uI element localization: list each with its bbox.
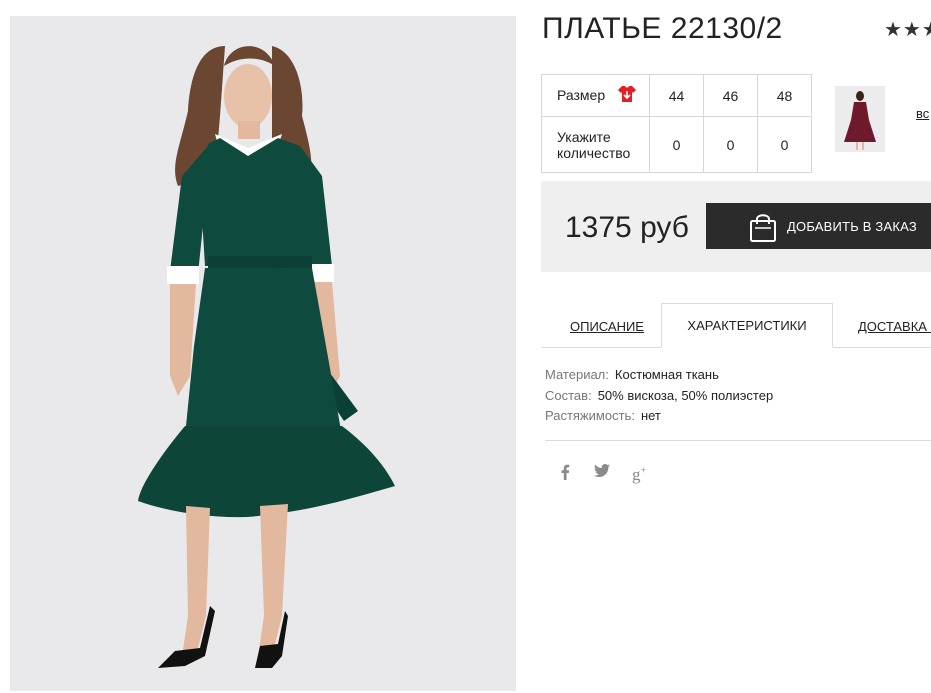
- spec-value: 50% вискоза, 50% полиэстер: [597, 388, 774, 403]
- product-photo[interactable]: [10, 16, 516, 691]
- divider: [545, 440, 931, 441]
- add-to-order-button[interactable]: ДОБАВИТЬ В ЗАКАЗ: [706, 203, 931, 249]
- shopping-bag-icon: [749, 212, 777, 245]
- spec-row-composition: Состав: 50% вискоза, 50% полиэстер: [545, 388, 773, 403]
- size-label: Размер: [557, 87, 606, 103]
- spec-value: Костюмная ткань: [614, 367, 719, 382]
- spec-value: нет: [640, 408, 661, 423]
- rating-stars[interactable]: ★★★: [884, 17, 931, 42]
- size-chart-icon[interactable]: [617, 85, 637, 106]
- add-to-order-label: ДОБАВИТЬ В ЗАКАЗ: [787, 218, 917, 234]
- size-46: 46: [703, 74, 758, 117]
- qty-label-cell: Укажите количество: [541, 116, 650, 173]
- spec-row-material: Материал: Костюмная ткань: [545, 367, 719, 382]
- qty-input-44[interactable]: 0: [649, 116, 704, 173]
- qty-label-line1: Укажите: [557, 128, 611, 145]
- qty-input-46[interactable]: 0: [703, 116, 758, 173]
- spec-key: Состав:: [545, 388, 592, 403]
- size-48: 48: [757, 74, 812, 117]
- qty-label-line2: количество: [557, 144, 631, 161]
- spec-key: Материал:: [545, 367, 609, 382]
- dress-model-illustration: [10, 16, 516, 691]
- spec-key: Растяжимость:: [545, 408, 635, 423]
- tab-delivery[interactable]: ДОСТАВКА И: [858, 319, 931, 334]
- twitter-icon[interactable]: [594, 464, 610, 483]
- all-related-link[interactable]: вс: [916, 106, 929, 121]
- size-label-cell: Размер: [541, 74, 650, 117]
- facebook-icon[interactable]: [560, 464, 570, 485]
- size-table: Размер 44 46 48 Укажите количество 0 0 0: [541, 74, 812, 173]
- qty-input-48[interactable]: 0: [757, 116, 812, 173]
- spec-row-stretch: Растяжимость: нет: [545, 408, 661, 423]
- tab-description[interactable]: ОПИСАНИЕ: [570, 319, 644, 334]
- googleplus-icon[interactable]: g+: [632, 465, 646, 485]
- product-title: ПЛАТЬЕ 22130/2: [542, 12, 783, 45]
- related-product-thumbnail[interactable]: [835, 86, 885, 152]
- tab-characteristics[interactable]: ХАРАКТЕРИСТИКИ: [661, 303, 833, 348]
- price: 1375 руб: [565, 211, 689, 244]
- size-44: 44: [649, 74, 704, 117]
